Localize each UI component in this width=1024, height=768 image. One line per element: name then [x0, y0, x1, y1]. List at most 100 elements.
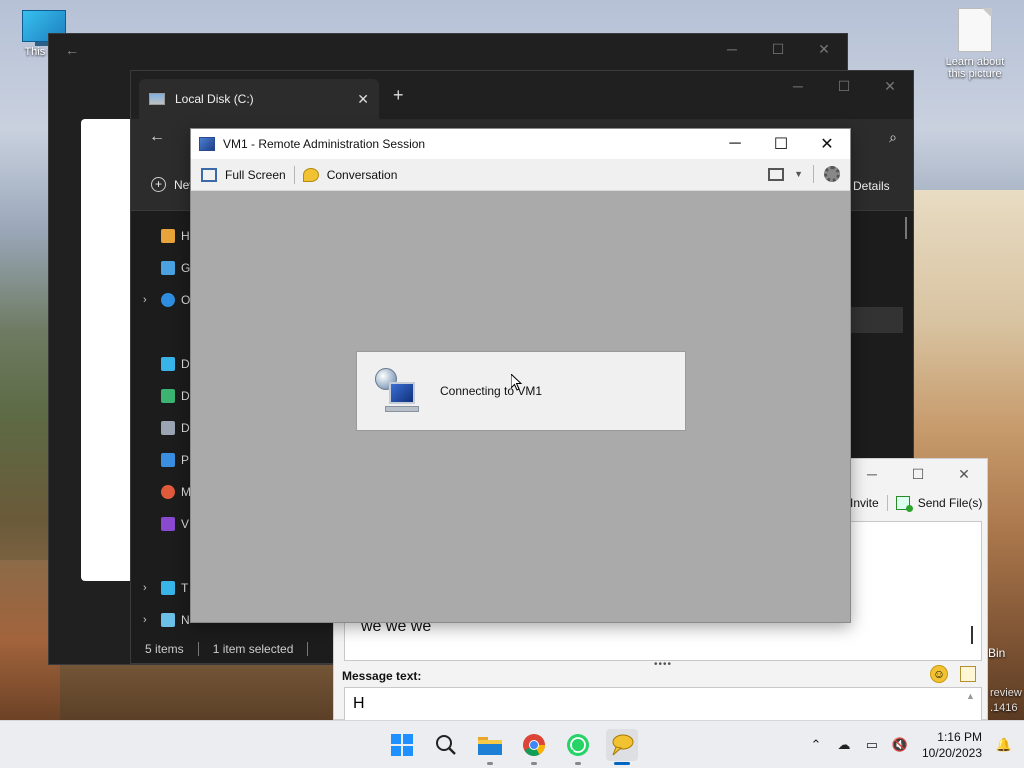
chat-close-button[interactable]: ✕ [941, 459, 987, 489]
expand-chevron-icon[interactable]: › [143, 582, 147, 594]
video-icon [161, 517, 175, 531]
details-button[interactable]: Details [853, 179, 890, 193]
remote-computer-icon [375, 366, 419, 416]
cloud-icon [161, 293, 175, 307]
remote-admin-titlebar: VM1 - Remote Administration Session ─ ☐ … [191, 129, 850, 159]
taskbar-file-explorer[interactable] [474, 729, 506, 765]
sidebar-item-desktop[interactable]: D [161, 357, 190, 371]
invite-button[interactable]: Invite [850, 496, 879, 510]
sidebar-item-network[interactable]: N [161, 613, 190, 627]
sidebar-item-videos[interactable]: V [161, 517, 189, 531]
sidebar-item-downloads[interactable]: D [161, 389, 190, 403]
clock-date: 10/20/2023 [921, 746, 982, 760]
clock-time: 1:16 PM [937, 730, 982, 744]
tab-label: Local Disk (C:) [175, 92, 254, 106]
full-screen-button[interactable]: Full Screen [225, 168, 286, 182]
vm-close-button[interactable]: ✕ [804, 129, 850, 159]
explorer-tab-bar: Local Disk (C:) ✕ + ─ ☐ ✕ [131, 71, 913, 119]
search-icon[interactable]: ⌕ [889, 129, 897, 146]
explorer-close-button[interactable]: ✕ [867, 71, 913, 101]
gallery-icon [161, 261, 175, 275]
remote-admin-app-icon [199, 137, 215, 151]
back-icon[interactable]: ← [149, 128, 165, 146]
computer-icon [161, 581, 175, 595]
scroll-up-icon[interactable]: ▲ [966, 691, 975, 701]
notification-bell-icon[interactable]: 🔔 [990, 737, 1018, 753]
conversation-button[interactable]: Conversation [327, 168, 398, 182]
download-icon [161, 389, 175, 403]
taskbar-whatsapp[interactable] [562, 729, 594, 765]
start-button[interactable] [386, 729, 418, 761]
chevron-down-icon[interactable]: ▼ [794, 169, 803, 179]
scrollbar[interactable] [905, 217, 907, 239]
selected-file-row[interactable] [851, 307, 903, 333]
item-count: 5 items [145, 642, 184, 656]
recycle-bin-label[interactable]: Bin [988, 646, 1005, 660]
taskbar-chrome[interactable] [518, 729, 550, 765]
search-icon [436, 735, 456, 755]
windows-logo-icon [391, 734, 413, 756]
document-icon [161, 421, 175, 435]
chat-toolbar: Invite Send File(s) [850, 495, 983, 512]
learn-about-picture-label: Learn about this picture [945, 56, 1005, 80]
chat-maximize-button[interactable]: ☐ [895, 459, 941, 489]
minimize-button[interactable]: ─ [709, 34, 755, 64]
maximize-button[interactable]: ☐ [755, 34, 801, 64]
edit-icon[interactable] [960, 666, 976, 682]
expand-chevron-icon[interactable]: › [143, 614, 147, 626]
music-icon [161, 485, 175, 499]
chat-bubble-icon [612, 734, 634, 756]
settings-icon[interactable] [824, 166, 840, 182]
document-icon [958, 8, 992, 52]
vm-maximize-button[interactable]: ☐ [758, 129, 804, 159]
message-input[interactable] [344, 687, 982, 721]
status-bar: 5 items 1 item selected [131, 635, 335, 663]
new-tab-icon[interactable]: + [393, 85, 404, 106]
connecting-status-text: Connecting to VM1 [440, 384, 543, 398]
emoji-icon[interactable]: ☺ [930, 665, 948, 683]
monitor-icon[interactable] [768, 167, 785, 181]
home-icon [161, 229, 175, 243]
sidebar-item-pictures[interactable]: P [161, 453, 189, 467]
network-icon[interactable]: ▭ [858, 737, 886, 753]
learn-about-picture-desktop-icon[interactable]: Learn about this picture [938, 8, 1012, 80]
cloud-sync-icon[interactable]: ☁ [830, 737, 858, 753]
remote-admin-toolbar: Full Screen Conversation ▼ [191, 159, 850, 191]
vm-minimize-button[interactable]: ─ [712, 129, 758, 159]
desktop-icon [161, 357, 175, 371]
volume-muted-icon[interactable]: 🔇 [886, 737, 914, 753]
sidebar-item-home[interactable]: H [161, 229, 190, 243]
clock[interactable]: 1:16 PM 10/20/2023 [914, 729, 990, 761]
network-icon [161, 613, 175, 627]
sidebar-item-onedrive[interactable]: O [161, 293, 190, 307]
search-button[interactable] [430, 729, 462, 761]
folder-icon [478, 737, 502, 755]
tab-close-icon[interactable]: ✕ [357, 91, 369, 108]
close-button[interactable]: ✕ [801, 34, 847, 64]
expand-chevron-icon[interactable]: › [143, 294, 147, 306]
sidebar-item-this-pc[interactable]: T [161, 581, 188, 595]
taskbar: ⌃ ☁ ▭ 🔇 1:16 PM 10/20/2023 🔔 [0, 720, 1024, 768]
tab-local-disk[interactable]: Local Disk (C:) ✕ [139, 79, 379, 119]
sidebar-item-documents[interactable]: D [161, 421, 190, 435]
background-window-titlebar: ← ─ ☐ ✕ [49, 34, 847, 66]
taskbar-chat-app[interactable] [606, 729, 638, 765]
explorer-minimize-button[interactable]: ─ [775, 71, 821, 101]
sidebar-item-music[interactable]: M [161, 485, 191, 499]
system-tray: ⌃ ☁ ▭ 🔇 1:16 PM 10/20/2023 🔔 [802, 721, 1024, 768]
text-caret [971, 626, 973, 644]
back-arrow-icon[interactable]: ← [65, 42, 79, 58]
message-text-label: Message text: [342, 669, 422, 683]
splitter-grip[interactable]: •••• [654, 659, 672, 670]
background-window-panel [81, 119, 133, 581]
send-files-button[interactable]: Send File(s) [918, 496, 983, 510]
whatsapp-icon [567, 734, 589, 756]
explorer-maximize-button[interactable]: ☐ [821, 71, 867, 101]
chat-minimize-button[interactable]: ─ [849, 459, 895, 489]
sidebar-item-gallery[interactable]: G [161, 261, 190, 275]
full-screen-icon [201, 167, 217, 182]
windows-watermark: review .1416 [990, 687, 1022, 714]
pictures-icon [161, 453, 175, 467]
chevron-up-icon[interactable]: ⌃ [802, 737, 830, 753]
chrome-icon [523, 734, 545, 756]
